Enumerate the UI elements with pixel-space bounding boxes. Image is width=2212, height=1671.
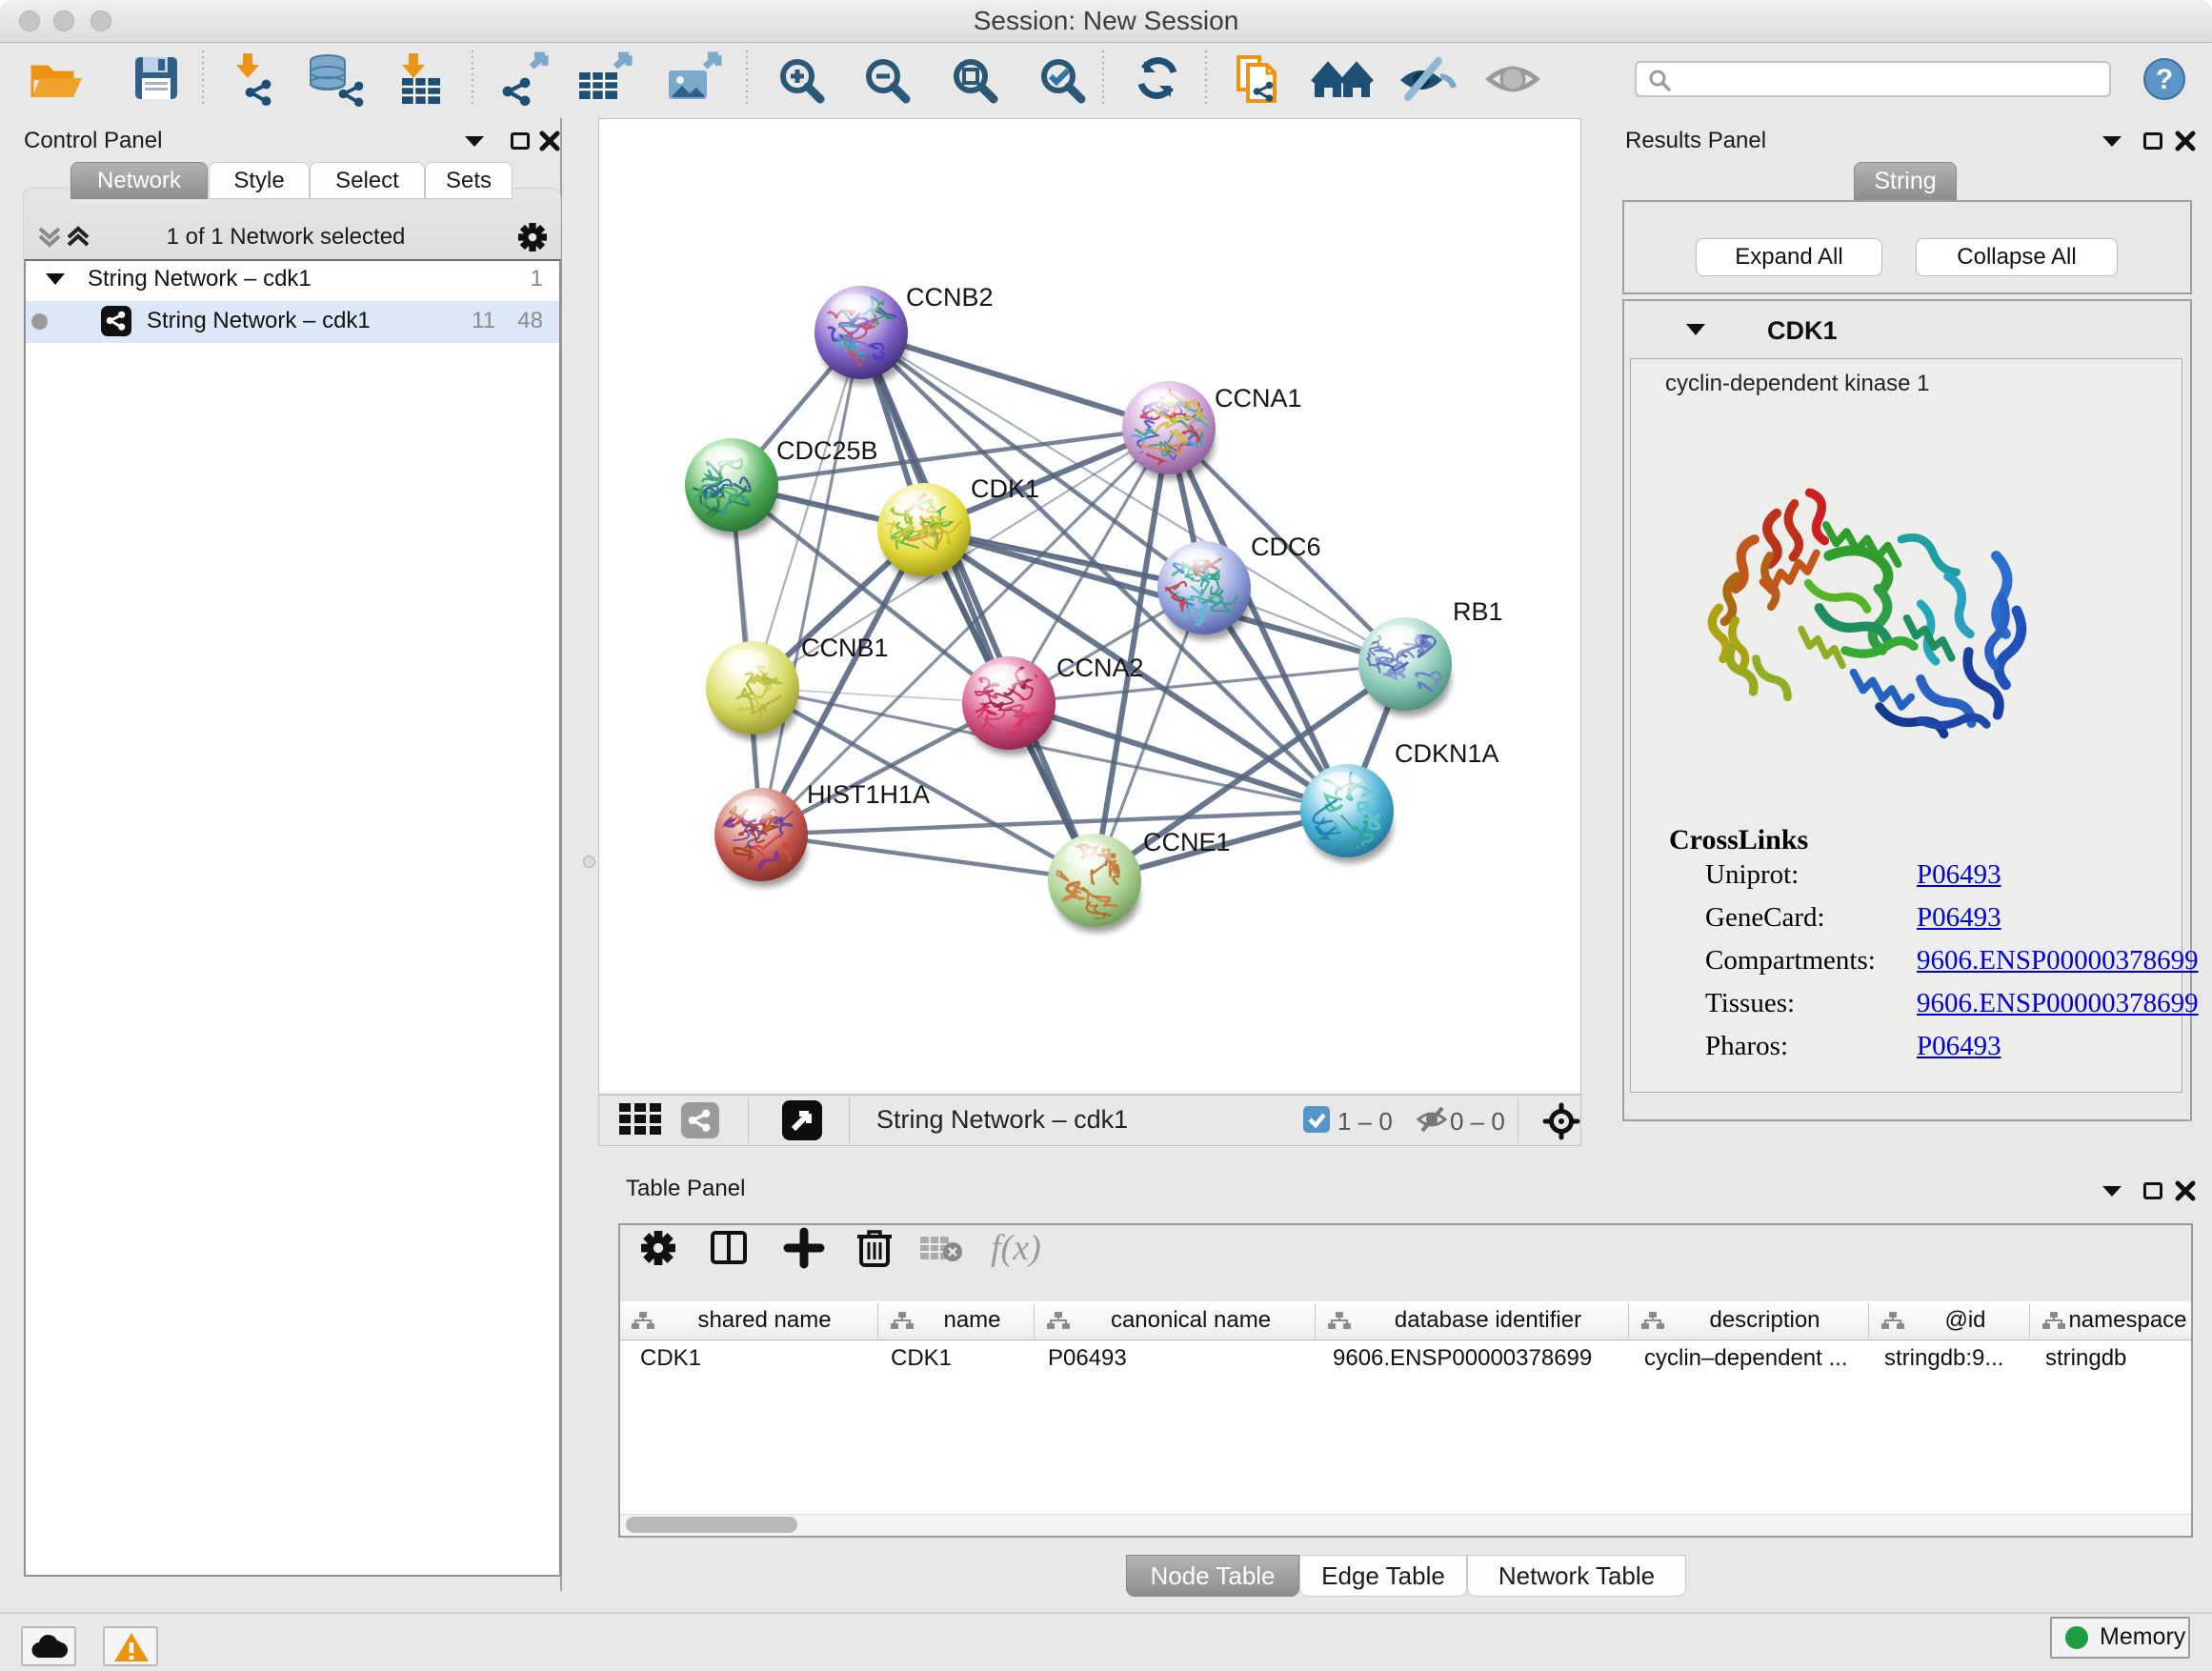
svg-text:CCNB2: CCNB2 [906, 283, 994, 312]
svg-text:CDK1: CDK1 [971, 474, 1039, 503]
svg-text:CCNA1: CCNA1 [1215, 384, 1302, 413]
svg-text:CCNE1: CCNE1 [1143, 828, 1231, 856]
svg-text:CDC25B: CDC25B [776, 436, 878, 465]
svg-text:CDKN1A: CDKN1A [1395, 739, 1499, 768]
svg-text:HIST1H1A: HIST1H1A [807, 780, 930, 809]
svg-text:CCNA2: CCNA2 [1056, 654, 1144, 682]
svg-text:RB1: RB1 [1453, 597, 1503, 626]
svg-text:CDC6: CDC6 [1251, 533, 1321, 561]
svg-text:CCNB1: CCNB1 [801, 634, 889, 662]
